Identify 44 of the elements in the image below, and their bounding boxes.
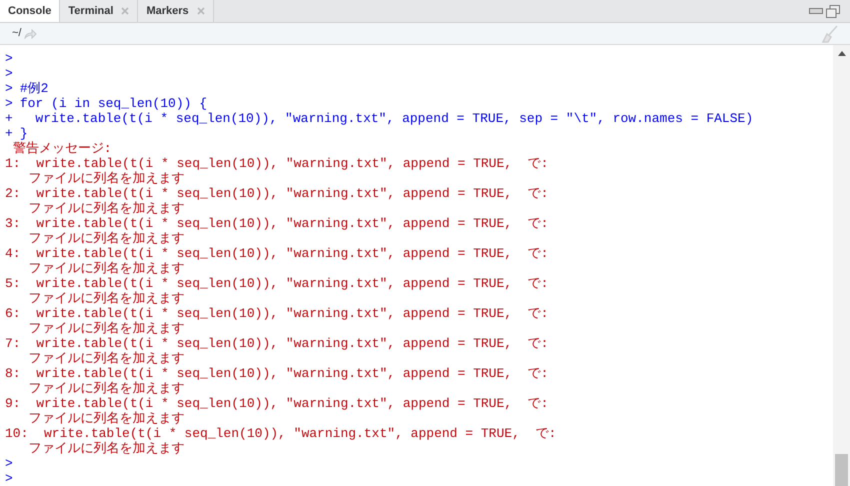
warning-message: 7: write.table(t(i * seq_len(10)), "warning.txt", append = TRUE, で: bbox=[5, 336, 548, 351]
console-code: #例2 bbox=[20, 81, 48, 96]
warning-message: 5: write.table(t(i * seq_len(10)), "warning.txt", append = TRUE, で: bbox=[5, 276, 548, 291]
warning-message: 2: write.table(t(i * seq_len(10)), "warning.txt", append = TRUE, で: bbox=[5, 186, 548, 201]
warning-message: ファイルに列名を加えます bbox=[27, 231, 184, 246]
console-prompt: + bbox=[5, 126, 13, 141]
console-code: } bbox=[20, 126, 28, 141]
console-code: for (i in seq_len(10)) { bbox=[20, 96, 208, 111]
warning-message: 8: write.table(t(i * seq_len(10)), "warning.txt", append = TRUE, で: bbox=[5, 366, 548, 381]
console-prompt: > bbox=[5, 471, 13, 486]
warning-message: ファイルに列名を加えます bbox=[27, 441, 184, 456]
minimize-icon[interactable] bbox=[809, 8, 823, 14]
warning-message: ファイルに列名を加えます bbox=[27, 171, 184, 186]
close-icon[interactable] bbox=[196, 7, 205, 15]
scrollbar[interactable] bbox=[833, 45, 850, 486]
close-icon[interactable] bbox=[121, 7, 130, 15]
warning-message: ファイルに列名を加えます bbox=[27, 381, 184, 396]
warning-message: ファイルに列名を加えます bbox=[27, 201, 184, 216]
maximize-icon[interactable] bbox=[826, 4, 840, 18]
warning-message: 1: write.table(t(i * seq_len(10)), "warning.txt", append = TRUE, で: bbox=[5, 156, 548, 171]
console-prompt: > bbox=[5, 81, 13, 96]
warning-message: 4: write.table(t(i * seq_len(10)), "warning.txt", append = TRUE, で: bbox=[5, 246, 548, 261]
warning-message: 警告メッセージ: bbox=[12, 141, 112, 156]
warning-message: ファイルに列名を加えます bbox=[27, 261, 184, 276]
console-code: write.table(t(i * seq_len(10)), "warning.txt", append = TRUE, sep = "\t", row.names = FALSE) bbox=[34, 111, 754, 126]
console-prompt: > bbox=[5, 96, 13, 111]
warning-message: ファイルに列名を加えます bbox=[27, 291, 184, 306]
scroll-thumb[interactable] bbox=[835, 454, 848, 486]
arrow-icon[interactable] bbox=[24, 28, 38, 38]
console-prompt: > bbox=[5, 456, 13, 471]
working-directory: ~/ bbox=[12, 26, 22, 42]
console-prompt: + bbox=[5, 111, 13, 126]
console-prompt: > bbox=[5, 51, 13, 66]
warning-message: 6: write.table(t(i * seq_len(10)), "warning.txt", append = TRUE, で: bbox=[5, 306, 548, 321]
warning-message: ファイルに列名を加えます bbox=[27, 351, 184, 366]
warning-message: 9: write.table(t(i * seq_len(10)), "warning.txt", append = TRUE, で: bbox=[5, 396, 548, 411]
warning-message: ファイルに列名を加えます bbox=[27, 321, 184, 336]
tab[interactable]: Console bbox=[0, 0, 60, 22]
scroll-up-icon[interactable] bbox=[838, 51, 846, 56]
warning-message: ファイルに列名を加えます bbox=[27, 411, 184, 426]
console-prompt: > bbox=[5, 66, 13, 81]
broom-icon[interactable] bbox=[820, 24, 838, 42]
warning-message: 3: write.table(t(i * seq_len(10)), "warning.txt", append = TRUE, で: bbox=[5, 216, 548, 231]
warning-message: 10: write.table(t(i * seq_len(10)), "warning.txt", append = TRUE, で: bbox=[5, 426, 556, 441]
